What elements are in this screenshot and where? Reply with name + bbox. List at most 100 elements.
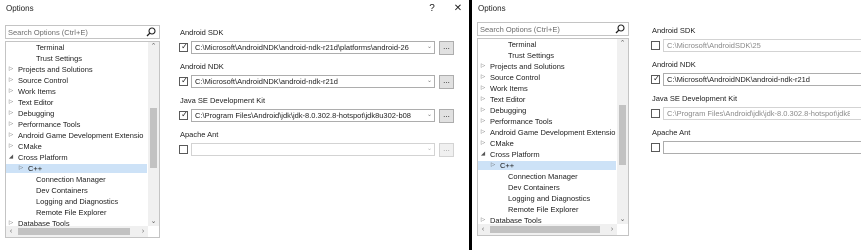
vertical-scroll-thumb[interactable] — [619, 105, 626, 165]
tree-item[interactable]: ▷ Work Items — [478, 84, 616, 93]
tree-item[interactable]: Trust Settings — [478, 51, 616, 60]
collapsed-arrow-icon[interactable]: ▷ — [8, 120, 14, 129]
chevron-down-icon[interactable]: ⌄ — [427, 42, 432, 53]
help-button[interactable]: ? — [425, 2, 439, 16]
collapsed-arrow-icon[interactable]: ▷ — [18, 164, 24, 173]
android-sdk-path-combo[interactable]: C:\Microsoft\AndroidSDK\25 — [663, 39, 861, 52]
tree-item[interactable]: ▷ Performance Tools — [478, 117, 616, 126]
collapsed-arrow-icon[interactable]: ▷ — [8, 131, 14, 140]
tree-item[interactable]: ▷ CMake — [6, 142, 147, 151]
tree-item[interactable]: ▷ Database Tools — [478, 216, 616, 225]
tree-item[interactable]: ◢ Cross Platform — [6, 153, 147, 162]
java-se-checkbox[interactable]: ✓ — [179, 110, 188, 120]
android-ndk-path-combo[interactable]: C:\Microsoft\AndroidNDK\android-ndk-r21d — [663, 73, 861, 86]
tree-item[interactable]: ▷ Database Tools — [6, 219, 147, 228]
tree-item[interactable]: ▷ Debugging — [478, 106, 616, 115]
collapsed-arrow-icon[interactable]: ▷ — [8, 219, 14, 228]
android-sdk-checkbox[interactable]: ✓ — [179, 42, 188, 52]
android-ndk-checkbox[interactable]: ✓ — [651, 74, 660, 84]
search-icon[interactable] — [146, 27, 156, 37]
tree-item[interactable]: Logging and Diagnostics — [478, 194, 616, 203]
java-se-path-combo[interactable]: C:\Program Files\Android\jdk\jdk-8.0.302… — [191, 109, 435, 122]
tree-item[interactable]: ▷ C++ — [478, 161, 616, 170]
collapsed-arrow-icon[interactable]: ▷ — [480, 128, 486, 137]
tree-item[interactable]: ▷ Text Editor — [478, 95, 616, 104]
collapsed-arrow-icon[interactable]: ▷ — [480, 73, 486, 82]
horizontal-scroll-thumb[interactable] — [490, 226, 600, 233]
tree-item[interactable]: ▷ Projects and Solutions — [6, 65, 147, 74]
search-icon[interactable] — [615, 24, 625, 34]
collapsed-arrow-icon[interactable]: ▷ — [480, 117, 486, 126]
close-button[interactable]: ✕ — [451, 2, 465, 16]
apache-ant-checkbox[interactable] — [651, 143, 660, 152]
tree-vertical-scrollbar[interactable]: ⌃ ⌄ — [617, 39, 628, 224]
tree-item[interactable]: ▷ Source Control — [6, 76, 147, 85]
tree-item[interactable]: Terminal — [478, 40, 616, 49]
java-se-path: C:\Program Files\Android\jdk\jdk-8.0.302… — [195, 111, 411, 120]
android-sdk-path-combo[interactable]: C:\Microsoft\AndroidNDK\android-ndk-r21d… — [191, 41, 435, 54]
chevron-down-icon[interactable]: ⌄ — [427, 144, 432, 155]
expanded-arrow-icon[interactable]: ◢ — [480, 150, 486, 159]
tree-item[interactable]: Connection Manager — [6, 175, 147, 184]
horizontal-scroll-thumb[interactable] — [18, 228, 130, 235]
search-input[interactable] — [480, 23, 612, 35]
collapsed-arrow-icon[interactable]: ▷ — [480, 95, 486, 104]
apache-ant-checkbox[interactable] — [179, 145, 188, 154]
chevron-down-icon[interactable]: ⌄ — [427, 110, 432, 121]
collapsed-arrow-icon[interactable]: ▷ — [480, 106, 486, 115]
chevron-down-icon[interactable]: ⌄ — [427, 76, 432, 87]
apache-ant-path-combo[interactable] — [663, 141, 861, 154]
tree-item[interactable]: ▷ CMake — [478, 139, 616, 148]
tree-item[interactable]: ▷ Projects and Solutions — [478, 62, 616, 71]
scroll-up-icon[interactable]: ⌃ — [148, 42, 159, 51]
collapsed-arrow-icon[interactable]: ▷ — [480, 84, 486, 93]
search-input[interactable] — [8, 26, 143, 38]
tree-item[interactable]: ▷ Android Game Development Extensio — [478, 128, 616, 137]
tree-horizontal-scrollbar[interactable]: ‹ › — [478, 224, 617, 235]
tree-item[interactable]: ▷ Android Game Development Extensio — [6, 131, 147, 140]
tree-item[interactable]: Connection Manager — [478, 172, 616, 181]
collapsed-arrow-icon[interactable]: ▷ — [8, 109, 14, 118]
collapsed-arrow-icon[interactable]: ▷ — [8, 98, 14, 107]
collapsed-arrow-icon[interactable]: ▷ — [480, 139, 486, 148]
tree-item[interactable]: ▷ Text Editor — [6, 98, 147, 107]
collapsed-arrow-icon[interactable]: ▷ — [490, 161, 496, 170]
scroll-right-icon[interactable]: › — [607, 224, 617, 235]
tree-item[interactable]: ▷ C++ — [6, 164, 147, 173]
java-se-path-combo[interactable]: C:\Program Files\Android\jdk\jdk-8.0.302… — [663, 107, 861, 120]
tree-item[interactable]: ◢ Cross Platform — [478, 150, 616, 159]
collapsed-arrow-icon[interactable]: ▷ — [8, 142, 14, 151]
java-se-checkbox[interactable] — [651, 109, 660, 118]
tree-vertical-scrollbar[interactable]: ⌃ ⌄ — [148, 42, 159, 226]
tree-item[interactable]: ▷ Work Items — [6, 87, 147, 96]
android-sdk-checkbox[interactable] — [651, 41, 660, 50]
tree-item[interactable]: ▷ Performance Tools — [6, 120, 147, 129]
tree-item[interactable]: Remote File Explorer — [478, 205, 616, 214]
tree-item[interactable]: Dev Containers — [478, 183, 616, 192]
collapsed-arrow-icon[interactable]: ▷ — [480, 216, 486, 225]
tree-item[interactable]: Terminal — [6, 43, 147, 52]
tree-item[interactable]: ▷ Source Control — [478, 73, 616, 82]
tree-item[interactable]: Dev Containers — [6, 186, 147, 195]
scroll-left-icon[interactable]: ‹ — [478, 224, 488, 235]
collapsed-arrow-icon[interactable]: ▷ — [8, 65, 14, 74]
scroll-down-icon[interactable]: ⌄ — [617, 215, 628, 224]
collapsed-arrow-icon[interactable]: ▷ — [8, 87, 14, 96]
tree-item[interactable]: Remote File Explorer — [6, 208, 147, 217]
android-ndk-path-combo[interactable]: C:\Microsoft\AndroidNDK\android-ndk-r21d… — [191, 75, 435, 88]
java-se-browse-button[interactable]: ... — [439, 109, 454, 123]
tree-item[interactable]: Trust Settings — [6, 54, 147, 63]
apache-ant-browse-button[interactable]: ... — [439, 143, 454, 157]
scroll-up-icon[interactable]: ⌃ — [617, 39, 628, 48]
expanded-arrow-icon[interactable]: ◢ — [8, 153, 14, 162]
vertical-scroll-thumb[interactable] — [150, 108, 157, 168]
apache-ant-path-combo[interactable]: ⌄ — [191, 143, 435, 156]
android-sdk-browse-button[interactable]: ... — [439, 41, 454, 55]
collapsed-arrow-icon[interactable]: ▷ — [8, 76, 14, 85]
tree-item[interactable]: ▷ Debugging — [6, 109, 147, 118]
tree-item[interactable]: Logging and Diagnostics — [6, 197, 147, 206]
android-ndk-browse-button[interactable]: ... — [439, 75, 454, 89]
scroll-down-icon[interactable]: ⌄ — [148, 217, 159, 226]
collapsed-arrow-icon[interactable]: ▷ — [480, 62, 486, 71]
android-ndk-checkbox[interactable]: ✓ — [179, 76, 188, 86]
